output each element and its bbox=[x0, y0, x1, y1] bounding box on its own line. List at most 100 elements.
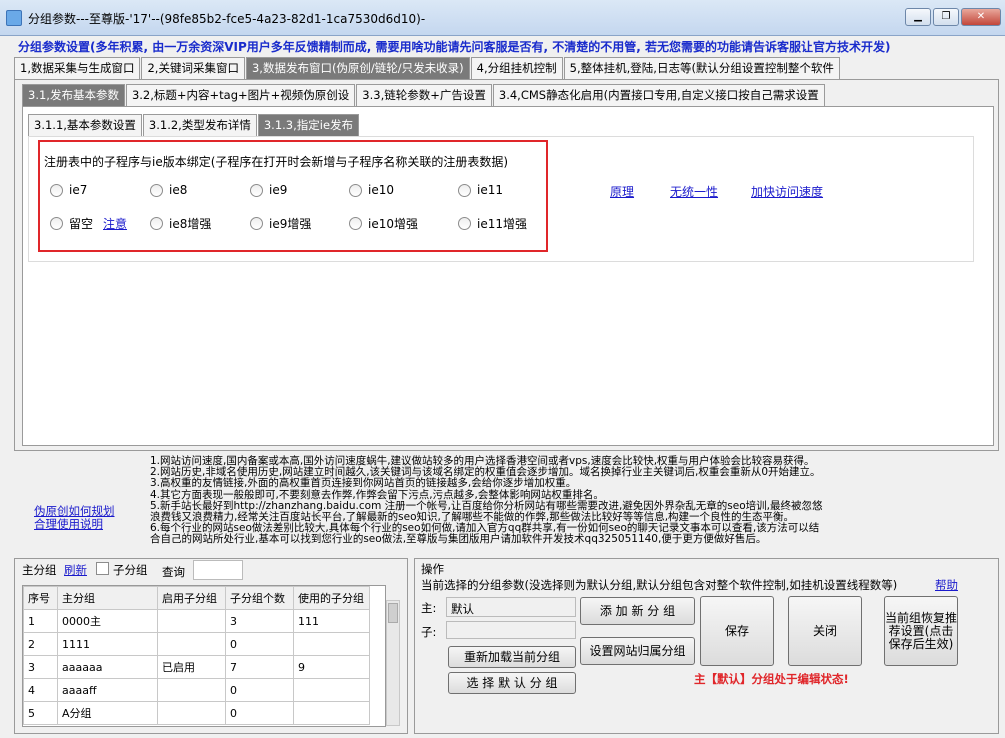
radio-label: ie11 bbox=[477, 183, 503, 197]
radio-circle[interactable] bbox=[349, 183, 362, 197]
add-group-button[interactable]: 添 加 新 分 组 bbox=[580, 597, 695, 625]
radio-ie9[interactable]: ie9 bbox=[250, 183, 287, 197]
radio-label: ie9 bbox=[269, 183, 288, 197]
cell: A分组 bbox=[57, 701, 158, 725]
tab-link-wheel[interactable]: 3.3,链轮参数+广告设置 bbox=[356, 84, 492, 106]
cell: 0 bbox=[225, 678, 294, 702]
status-text: 主【默认】分组处于编辑状态! bbox=[694, 672, 849, 686]
table-row[interactable]: 4 aaaaff 0 bbox=[23, 678, 370, 702]
radio-circle[interactable] bbox=[50, 217, 63, 230]
main-group-field: 默认 bbox=[446, 597, 576, 617]
cell: 7 bbox=[225, 655, 294, 679]
col-enable-sub: 启用子分组 bbox=[157, 586, 226, 610]
radio-label: 留空 bbox=[69, 217, 94, 231]
sub-group-label: 子分组 bbox=[113, 563, 148, 577]
info-text: 1.网站访问速度,国内备案或本高,国外访问速度蜗牛,建议做站较多的用户选择香港空… bbox=[150, 455, 950, 546]
tab-keyword-collect[interactable]: 2,关键词采集窗口 bbox=[141, 57, 245, 79]
radio-ie10[interactable]: ie10 bbox=[349, 183, 394, 197]
radio-circle[interactable] bbox=[150, 217, 163, 230]
radio-label: ie8增强 bbox=[169, 217, 212, 231]
cell: 0 bbox=[225, 701, 294, 725]
col-used-sub: 使用的子分组 bbox=[293, 586, 370, 610]
radio-ie8[interactable]: ie8 bbox=[150, 183, 187, 197]
subsub-tab-bar: 3.1.1,基本参数设置 3.1.2,类型发布详情 3.1.3,指定ie发布 bbox=[28, 114, 360, 136]
radio-circle[interactable] bbox=[349, 217, 362, 230]
minimize-button[interactable]: ▁ bbox=[905, 8, 931, 26]
tab-data-collect[interactable]: 1,数据采集与生成窗口 bbox=[14, 57, 141, 79]
cell: 4 bbox=[23, 678, 58, 702]
radio-ie10-enhanced[interactable]: ie10增强 bbox=[349, 215, 418, 232]
cell: 1 bbox=[23, 609, 58, 633]
sub-tab-bar: 3.1,发布基本参数 3.2,标题+内容+tag+图片+视频伪原创设 3.3,链… bbox=[22, 84, 826, 106]
note-link[interactable]: 注意 bbox=[103, 215, 127, 232]
close-dialog-button[interactable]: 关闭 bbox=[788, 596, 862, 666]
radio-ie8-enhanced[interactable]: ie8增强 bbox=[150, 215, 211, 232]
radio-circle[interactable] bbox=[250, 183, 263, 197]
tab-basic-params[interactable]: 3.1.1,基本参数设置 bbox=[28, 114, 142, 136]
radio-ie11-enhanced[interactable]: ie11增强 bbox=[458, 215, 527, 232]
close-button[interactable]: ✕ bbox=[961, 8, 1001, 26]
table-row[interactable]: 5 A分组 0 bbox=[23, 701, 370, 725]
scroll-thumb[interactable] bbox=[388, 603, 398, 623]
tab-data-publish[interactable]: 3,数据发布窗口(伪原创/链轮/只发未收录) bbox=[245, 57, 470, 79]
maximize-button[interactable]: ❐ bbox=[933, 8, 959, 26]
cell bbox=[293, 701, 370, 725]
radio-ie7[interactable]: ie7 bbox=[50, 183, 87, 197]
cell bbox=[157, 678, 226, 702]
speed-up-link[interactable]: 加快访问速度 bbox=[751, 183, 823, 200]
cell: 9 bbox=[293, 655, 370, 679]
cell: 5 bbox=[23, 701, 58, 725]
radio-circle[interactable] bbox=[458, 217, 471, 230]
radio-label: ie11增强 bbox=[477, 217, 527, 231]
radio-label: ie8 bbox=[169, 183, 188, 197]
table-scrollbar[interactable] bbox=[386, 600, 400, 726]
main-tab-bar: 1,数据采集与生成窗口 2,关键词采集窗口 3,数据发布窗口(伪原创/链轮/只发… bbox=[14, 57, 841, 79]
radio-circle[interactable] bbox=[458, 183, 471, 197]
radio-circle[interactable] bbox=[250, 217, 263, 230]
sub-group-checkbox[interactable] bbox=[96, 562, 109, 575]
ops-desc: 当前选择的分组参数(没选择则为默认分组,默认分组包含对整个软件控制,如挂机设置线… bbox=[421, 578, 898, 592]
radio-ie9-enhanced[interactable]: ie9增强 bbox=[250, 215, 311, 232]
cell: 已启用 bbox=[157, 655, 226, 679]
radio-circle[interactable] bbox=[50, 183, 63, 197]
cell bbox=[157, 632, 226, 656]
save-button[interactable]: 保存 bbox=[700, 596, 774, 666]
site-group-button[interactable]: 设置网站归属分组 bbox=[580, 637, 695, 665]
radio-ie11[interactable]: ie11 bbox=[458, 183, 503, 197]
tab-cms-static[interactable]: 3.4,CMS静态化启用(内置接口专用,自定义接口按自己需求设置 bbox=[492, 84, 825, 106]
ops-title: 操作 bbox=[421, 562, 444, 576]
window-title: 分组参数---至尊版-'17'--(98fe85b2-fce5-4a23-82d… bbox=[28, 12, 426, 26]
radio-label: ie9增强 bbox=[269, 217, 312, 231]
notice-banner: 分组参数设置(多年积累, 由一万余资深VIP用户多年反馈精制而成, 需要用啥功能… bbox=[18, 40, 891, 54]
table-row[interactable]: 2 1111 0 bbox=[23, 632, 370, 656]
radio-blank[interactable]: 留空 bbox=[50, 215, 93, 232]
cell: 3 bbox=[225, 609, 294, 633]
no-uniformity-link[interactable]: 无统一性 bbox=[670, 183, 718, 200]
help-link[interactable]: 帮助 bbox=[935, 577, 958, 593]
principle-link[interactable]: 原理 bbox=[610, 183, 634, 200]
cell: aaaaaa bbox=[57, 655, 158, 679]
main-label: 主: bbox=[421, 601, 437, 615]
tab-publish-basic[interactable]: 3.1,发布基本参数 bbox=[22, 84, 125, 106]
table-row[interactable]: 3 aaaaaa 已启用 7 9 bbox=[23, 655, 370, 679]
refresh-link[interactable]: 刷新 bbox=[64, 562, 87, 578]
select-default-button[interactable]: 选 择 默 认 分 组 bbox=[448, 672, 576, 694]
tab-pseudo-original[interactable]: 3.2,标题+内容+tag+图片+视频伪原创设 bbox=[125, 84, 356, 106]
tab-type-details[interactable]: 3.1.2,类型发布详情 bbox=[142, 114, 257, 136]
reload-group-button[interactable]: 重新加载当前分组 bbox=[448, 646, 576, 668]
table-header: 序号 主分组 启用子分组 子分组个数 使用的子分组 bbox=[23, 586, 370, 610]
usage-guide-link[interactable]: 合理使用说明 bbox=[34, 516, 103, 532]
query-input[interactable] bbox=[193, 560, 243, 580]
group-table-grid: 序号 主分组 启用子分组 子分组个数 使用的子分组 1 0000主 3 111 … bbox=[23, 586, 370, 725]
radio-circle[interactable] bbox=[150, 183, 163, 197]
tab-global-settings[interactable]: 5,整体挂机,登陆,日志等(默认分组设置控制整个软件 bbox=[563, 57, 840, 79]
group-table: 序号 主分组 启用子分组 子分组个数 使用的子分组 1 0000主 3 111 … bbox=[22, 585, 386, 727]
cell bbox=[293, 678, 370, 702]
restore-defaults-button[interactable]: 当前组恢复推荐设置(点击保存后生效) bbox=[884, 596, 958, 666]
table-row[interactable]: 1 0000主 3 111 bbox=[23, 609, 370, 633]
query-label: 查询 bbox=[162, 565, 185, 579]
main-group-label: 主分组 bbox=[22, 563, 57, 577]
col-main-group: 主分组 bbox=[57, 586, 158, 610]
tab-group-control[interactable]: 4,分组挂机控制 bbox=[470, 57, 563, 79]
tab-ie-publish[interactable]: 3.1.3,指定ie发布 bbox=[257, 114, 360, 136]
